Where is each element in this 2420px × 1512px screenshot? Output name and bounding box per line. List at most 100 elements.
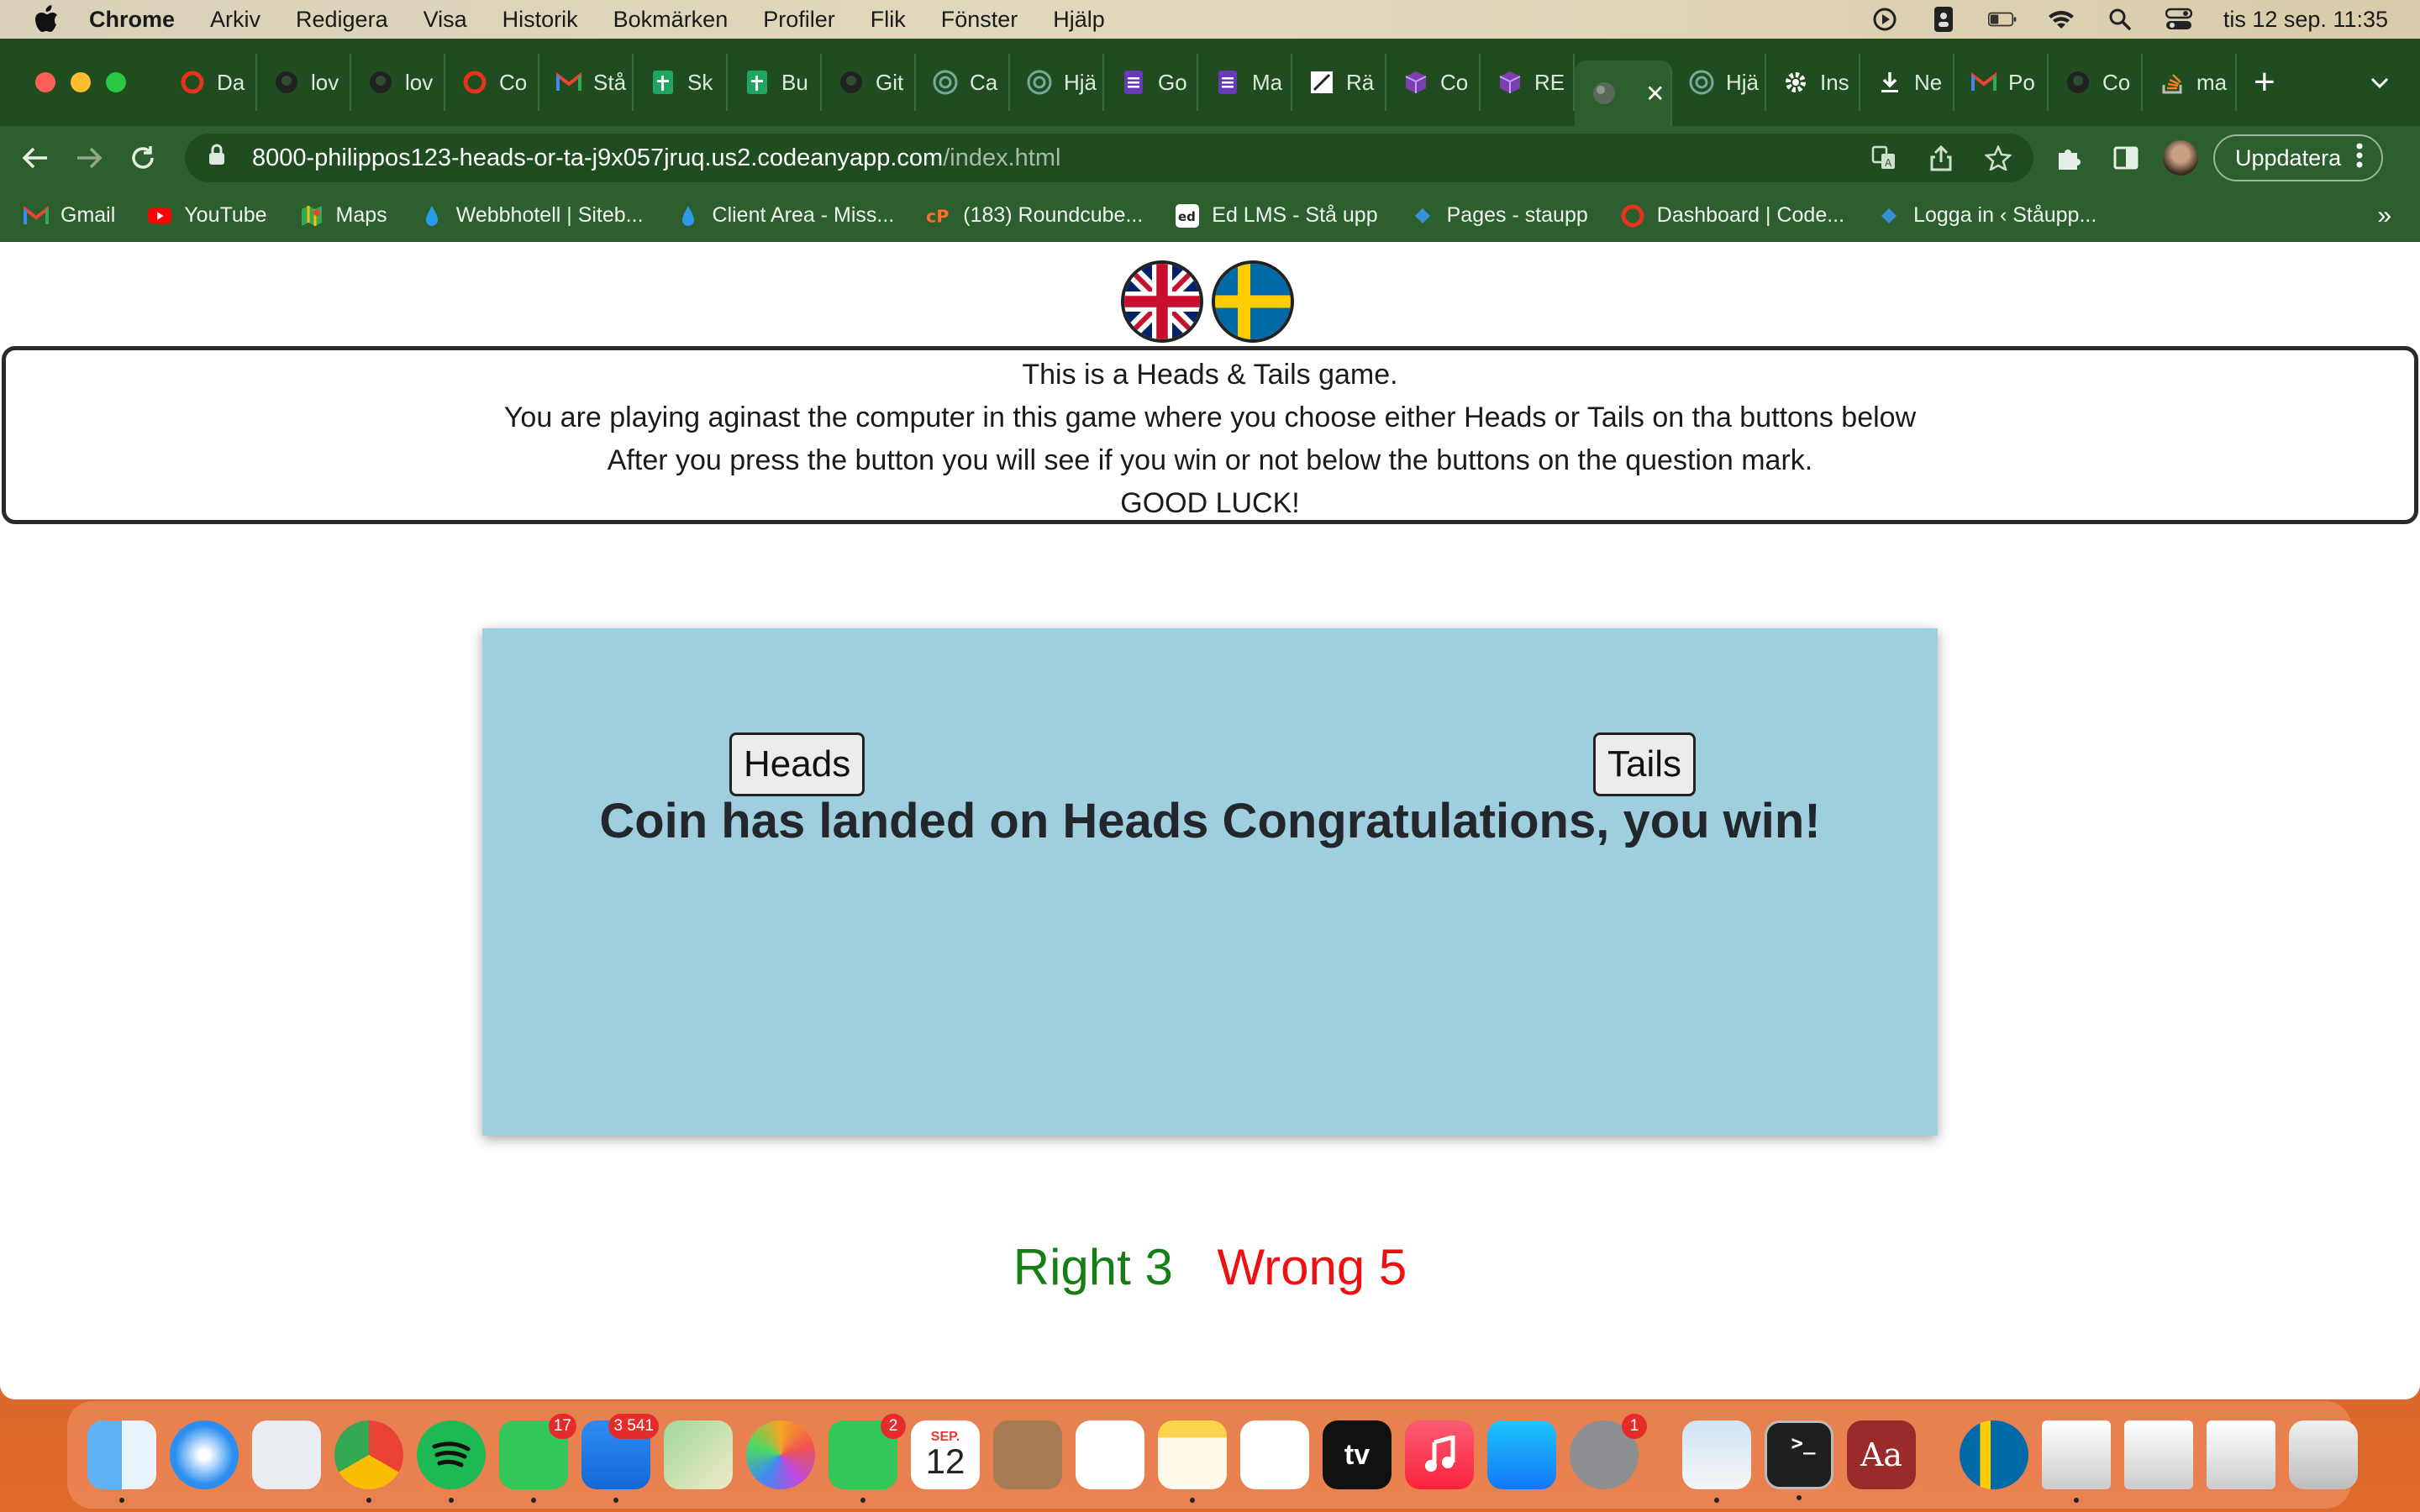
bookmarks-overflow-button[interactable]: » (2377, 202, 2391, 230)
battery-icon[interactable] (1987, 7, 2017, 32)
screenshot-icon[interactable] (2042, 1420, 2111, 1503)
kebab-menu-icon[interactable] (2356, 143, 2363, 174)
browser-tab[interactable]: RE (1481, 54, 1575, 111)
bookmark-item[interactable]: Pages - staupp (1410, 203, 1588, 228)
spotify-icon[interactable] (417, 1420, 486, 1503)
browser-tab[interactable]: ma (2143, 54, 2237, 111)
menu-flik[interactable]: Flik (871, 7, 906, 33)
menu-visa[interactable]: Visa (424, 7, 467, 33)
launchpad-icon[interactable] (252, 1420, 321, 1489)
browser-tab[interactable]: Hjä (1672, 54, 1766, 111)
appstore-icon[interactable] (1487, 1420, 1556, 1489)
menu-fonster[interactable]: Fönster (941, 7, 1018, 33)
menu-hjalp[interactable]: Hjälp (1053, 7, 1105, 33)
settings-icon[interactable]: 1 (1570, 1414, 1647, 1489)
new-tab-button[interactable]: + (2254, 61, 2275, 103)
safari-icon[interactable] (170, 1420, 239, 1489)
freeform-icon[interactable] (1240, 1420, 1309, 1489)
menu-profiler[interactable]: Profiler (763, 7, 835, 33)
menu-clock[interactable]: tis 12 sep. 11:35 (2223, 7, 2388, 33)
trash-icon[interactable] (2289, 1420, 2358, 1489)
browser-tab[interactable]: Ca (916, 54, 1010, 111)
bookmark-item[interactable]: ed Ed LMS - Stå upp (1175, 203, 1378, 228)
appletv-icon[interactable]: tv (1323, 1420, 1392, 1489)
browser-tab[interactable]: Da (163, 54, 257, 111)
bookmark-item[interactable]: YouTube (147, 203, 267, 228)
tails-button[interactable]: Tails (1593, 732, 1697, 796)
profile-avatar[interactable] (2163, 140, 2198, 176)
play-icon[interactable] (1870, 7, 1899, 32)
browser-tab[interactable]: Po (1954, 54, 2049, 111)
screenshot-icon[interactable] (2124, 1420, 2193, 1489)
calendar-icon[interactable]: SEP. 12 (911, 1420, 980, 1489)
menu-arkiv[interactable]: Arkiv (210, 7, 260, 33)
control-center-icon[interactable] (2165, 7, 2193, 32)
sweden-flag-icon[interactable] (1212, 260, 1294, 343)
side-panel-icon[interactable] (2109, 141, 2143, 175)
back-button[interactable] (17, 139, 54, 176)
spotlight-search-icon[interactable] (2106, 7, 2134, 32)
bookmark-star-icon[interactable] (1981, 141, 2015, 175)
bookmark-item[interactable]: Dashboard | Code... (1620, 203, 1844, 228)
browser-tab[interactable]: Ma (1198, 54, 1292, 111)
apple-menu-icon[interactable] (32, 4, 62, 34)
forward-button[interactable] (71, 139, 108, 176)
bookmark-item[interactable]: Logga in ‹ Ståupp... (1876, 203, 2096, 228)
browser-tab[interactable]: ✕ (1575, 60, 1672, 126)
bookmark-item[interactable]: Webbhotell | Siteb... (419, 203, 644, 228)
sweden-flag-icon[interactable] (1960, 1420, 2028, 1489)
bookmark-item[interactable]: Gmail (24, 203, 115, 228)
lock-icon[interactable] (208, 144, 230, 172)
maps-icon[interactable] (664, 1420, 733, 1489)
menu-redigera[interactable]: Redigera (296, 7, 388, 33)
close-window-button[interactable] (35, 72, 55, 92)
browser-tab[interactable]: Co (2049, 54, 2143, 111)
browser-tab[interactable]: Co (1386, 54, 1481, 111)
chrome-icon[interactable] (334, 1420, 403, 1503)
zoom-window-button[interactable] (106, 72, 126, 92)
bookmark-item[interactable]: Client Area - Miss... (676, 203, 894, 228)
menu-app-name[interactable]: Chrome (89, 7, 175, 33)
terminal-icon[interactable]: >_ (1765, 1420, 1833, 1500)
tab-search-chevron-icon[interactable] (2370, 69, 2390, 96)
close-tab-icon[interactable]: ✕ (1645, 80, 1665, 108)
browser-tab[interactable]: Sk (634, 54, 728, 111)
finder-icon[interactable] (87, 1420, 156, 1503)
browser-tab[interactable]: Hjä (1010, 54, 1104, 111)
minimize-window-button[interactable] (71, 72, 91, 92)
preview-icon[interactable] (1682, 1420, 1751, 1503)
extensions-puzzle-icon[interactable] (2052, 141, 2086, 175)
browser-tab[interactable]: Stå (539, 54, 634, 111)
menu-bokmarken[interactable]: Bokmärken (613, 7, 729, 33)
update-button[interactable]: Uppdatera (2213, 134, 2384, 181)
bookmark-item[interactable]: cP (183) Roundcube... (926, 203, 1143, 228)
music-icon[interactable] (1405, 1420, 1474, 1489)
address-bar[interactable]: 8000-philippos123-heads-or-ta-j9x057jruq… (185, 134, 2033, 182)
bookmark-item[interactable]: Maps (299, 203, 387, 228)
browser-tab[interactable]: Rä (1292, 54, 1386, 111)
photos-icon[interactable] (746, 1420, 815, 1489)
translate-icon[interactable]: A (1867, 141, 1901, 175)
browser-tab[interactable]: Go (1104, 54, 1198, 111)
uk-flag-icon[interactable] (1121, 260, 1203, 343)
user-badge-icon[interactable] (1929, 7, 1958, 32)
wifi-icon[interactable] (2047, 7, 2075, 32)
heads-button[interactable]: Heads (729, 732, 865, 796)
share-icon[interactable] (1924, 141, 1958, 175)
browser-tab[interactable]: Git (822, 54, 916, 111)
browser-tab[interactable]: Ne (1860, 54, 1954, 111)
notes-icon[interactable] (1158, 1420, 1227, 1503)
browser-tab[interactable]: lov (351, 54, 445, 111)
messages-icon[interactable]: 17 (499, 1414, 576, 1503)
facetime-icon[interactable]: 2 (829, 1414, 906, 1503)
menu-historik[interactable]: Historik (502, 7, 578, 33)
screenshot-icon[interactable] (2207, 1420, 2275, 1489)
browser-tab[interactable]: Bu (728, 54, 822, 111)
browser-tab[interactable]: Ins (1766, 54, 1860, 111)
dictionary-icon[interactable]: Aa (1847, 1420, 1916, 1489)
reload-button[interactable] (124, 139, 161, 176)
browser-tab[interactable]: Co (445, 54, 539, 111)
mail-icon[interactable]: 3 541 (581, 1414, 659, 1503)
reminders-icon[interactable] (1076, 1420, 1144, 1489)
contacts-icon[interactable] (993, 1420, 1062, 1489)
